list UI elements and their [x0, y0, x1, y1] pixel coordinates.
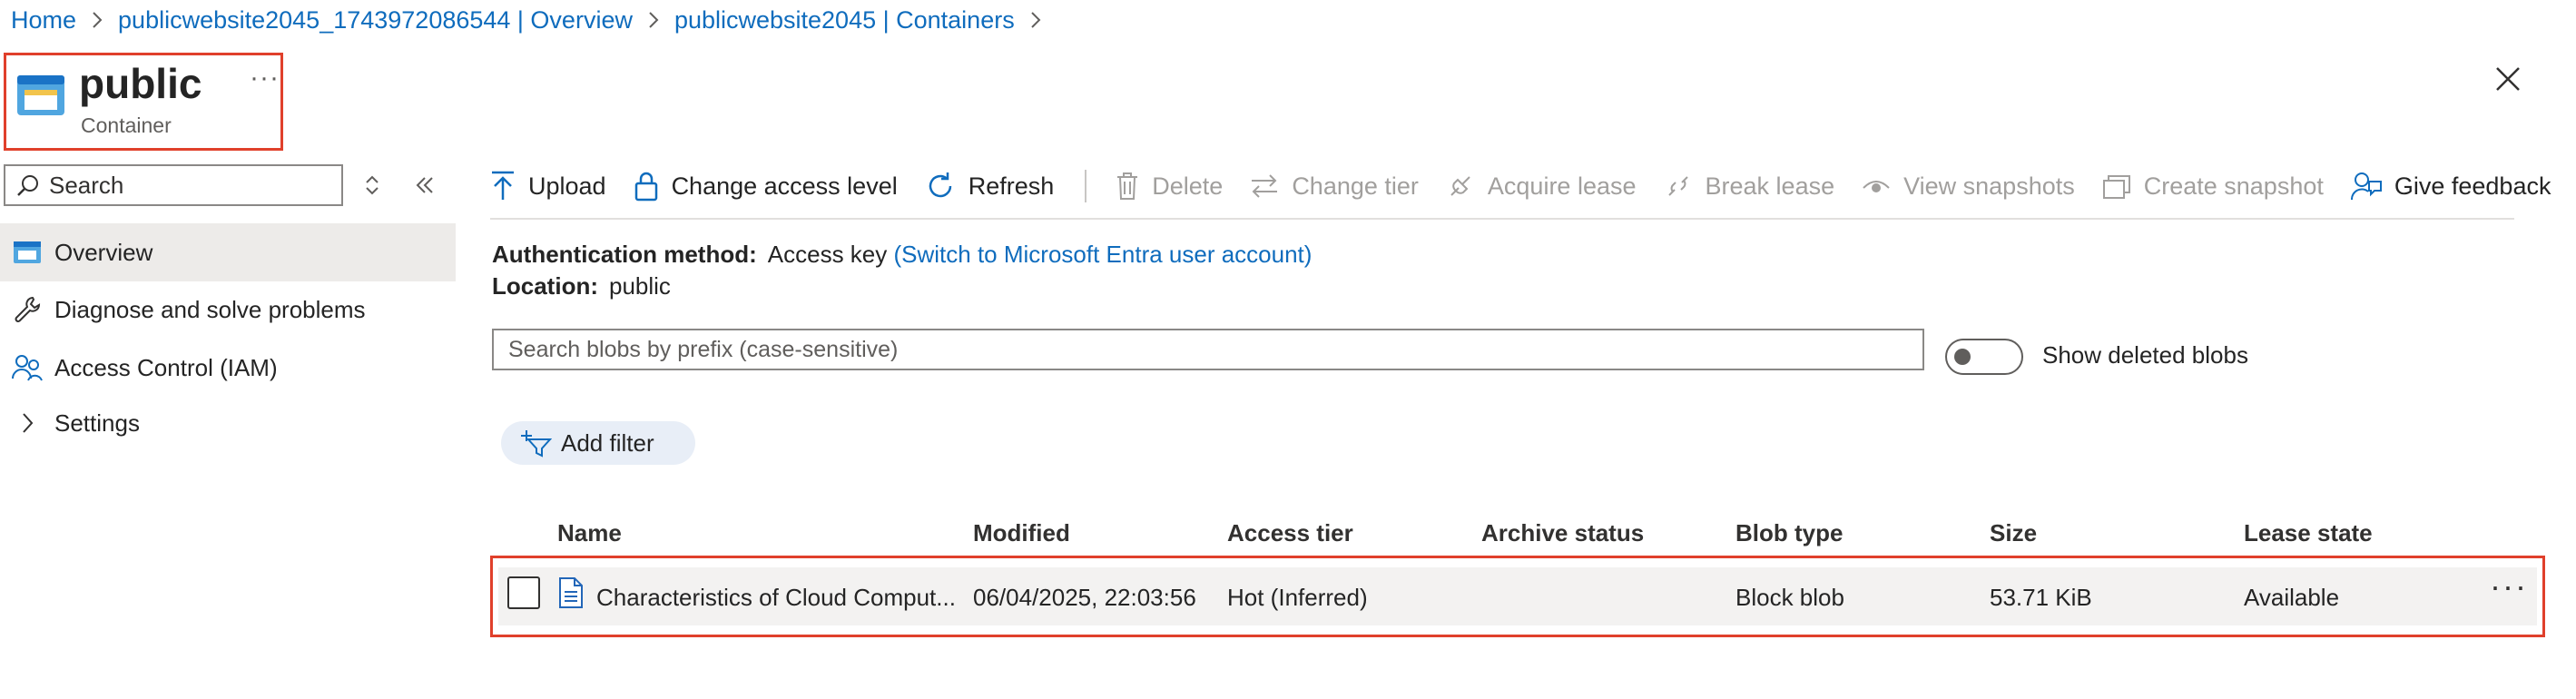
- column-header-archive-status[interactable]: Archive status: [1481, 519, 1644, 547]
- column-header-size[interactable]: Size: [1990, 519, 2037, 547]
- break-lease-button[interactable]: Break lease: [1664, 172, 1834, 201]
- add-filter-icon: [521, 430, 552, 458]
- blob-access-tier: Hot (Inferred): [1227, 584, 1368, 611]
- column-header-modified[interactable]: Modified: [973, 519, 1070, 547]
- breadcrumb: Home publicwebsite2045_1743972086544 | O…: [11, 0, 1057, 40]
- search-icon: [16, 173, 40, 197]
- more-icon[interactable]: ···: [250, 63, 280, 94]
- change-access-level-button[interactable]: Change access level: [634, 171, 898, 202]
- page-header: public Container ···: [4, 53, 283, 151]
- sidebar-item-label: Diagnose and solve problems: [54, 295, 366, 323]
- file-icon: [558, 576, 584, 609]
- breadcrumb-storage-account[interactable]: publicwebsite2045_1743972086544 | Overvi…: [118, 6, 633, 34]
- page-subtitle: Container: [81, 113, 172, 137]
- broken-link-icon: [1667, 176, 1688, 196]
- link-icon: [1450, 176, 1470, 196]
- sidebar-item-settings[interactable]: Settings: [0, 394, 456, 452]
- location-row: Location: public: [492, 272, 671, 300]
- give-feedback-button[interactable]: Give feedback: [2350, 171, 2551, 202]
- container-icon: [15, 72, 66, 119]
- upload-button[interactable]: Upload: [490, 171, 606, 202]
- location-value: public: [609, 272, 671, 300]
- auth-method-value: Access key: [767, 241, 888, 268]
- refresh-icon: [929, 172, 951, 198]
- chevron-right-icon: [1029, 11, 1042, 29]
- sidebar-search-input[interactable]: Search: [4, 164, 343, 206]
- refresh-button[interactable]: Refresh: [925, 171, 1054, 202]
- delete-button[interactable]: Delete: [1116, 172, 1223, 201]
- column-header-name[interactable]: Name: [557, 519, 622, 547]
- blob-name-link[interactable]: Characteristics of Cloud Comput...: [596, 584, 956, 612]
- row-more-icon[interactable]: ···: [2490, 567, 2528, 605]
- create-snapshot-button[interactable]: Create snapshot: [2102, 172, 2324, 201]
- blob-modified: 06/04/2025, 22:03:56: [973, 584, 1196, 611]
- toolbar-divider-line: [490, 218, 2514, 220]
- swap-icon: [1252, 174, 1278, 198]
- show-deleted-blobs-toggle[interactable]: [1945, 339, 2023, 375]
- lock-icon: [634, 172, 657, 202]
- sidebar-item-access-control[interactable]: Access Control (IAM): [0, 339, 456, 397]
- toolbar-divider: [1085, 170, 1087, 202]
- overview-icon: [0, 240, 54, 265]
- blob-size: 53.71 KiB: [1990, 584, 2092, 611]
- snapshot-icon: [2102, 175, 2130, 199]
- page-title: public: [79, 60, 202, 107]
- breadcrumb-containers[interactable]: publicwebsite2045 | Containers: [674, 6, 1015, 34]
- view-snapshots-button[interactable]: View snapshots: [1862, 172, 2075, 201]
- row-checkbox[interactable]: [507, 576, 540, 609]
- sidebar-item-label: Settings: [54, 409, 140, 437]
- auth-method-label: Authentication method:: [492, 241, 757, 268]
- people-icon: [0, 353, 54, 382]
- acquire-lease-button[interactable]: Acquire lease: [1446, 172, 1637, 201]
- trash-icon: [1117, 172, 1138, 200]
- column-header-access-tier[interactable]: Access tier: [1227, 519, 1353, 547]
- column-header-lease-state[interactable]: Lease state: [2244, 519, 2373, 547]
- sort-icon[interactable]: [363, 172, 381, 198]
- location-label: Location:: [492, 272, 598, 300]
- wrench-icon: [0, 295, 54, 324]
- chevron-right-icon: [91, 11, 103, 29]
- sidebar-item-diagnose[interactable]: Diagnose and solve problems: [0, 281, 456, 339]
- change-tier-button[interactable]: Change tier: [1250, 172, 1419, 201]
- switch-auth-link[interactable]: (Switch to Microsoft Entra user account): [894, 241, 1313, 268]
- close-icon[interactable]: [2494, 65, 2522, 93]
- collapse-sidebar-icon[interactable]: [414, 172, 436, 198]
- feedback-icon: [2350, 172, 2382, 201]
- command-bar: Upload Change access level Refresh Delet…: [490, 162, 2576, 211]
- show-deleted-blobs-label: Show deleted blobs: [2042, 341, 2248, 369]
- upload-icon: [492, 171, 514, 200]
- table-row[interactable]: Characteristics of Cloud Comput... 06/04…: [490, 556, 2545, 637]
- sidebar-search-placeholder: Search: [49, 171, 124, 199]
- eye-icon: [1863, 181, 1890, 192]
- blob-type: Block blob: [1735, 584, 1844, 611]
- chevron-right-icon: [647, 11, 660, 29]
- sidebar-item-label: Overview: [54, 238, 153, 266]
- chevron-right-icon: [0, 411, 54, 435]
- blob-lease-state: Available: [2244, 584, 2340, 611]
- column-header-blob-type[interactable]: Blob type: [1735, 519, 1843, 547]
- blob-prefix-search-input[interactable]: Search blobs by prefix (case-sensitive): [492, 329, 1924, 370]
- sidebar-item-overview[interactable]: Overview: [0, 223, 456, 281]
- blob-prefix-placeholder: Search blobs by prefix (case-sensitive): [508, 336, 899, 362]
- auth-method-row: Authentication method: Access key (Switch…: [492, 241, 1312, 269]
- add-filter-button[interactable]: Add filter: [501, 421, 695, 465]
- breadcrumb-home[interactable]: Home: [11, 6, 76, 34]
- sidebar-item-label: Access Control (IAM): [54, 353, 278, 381]
